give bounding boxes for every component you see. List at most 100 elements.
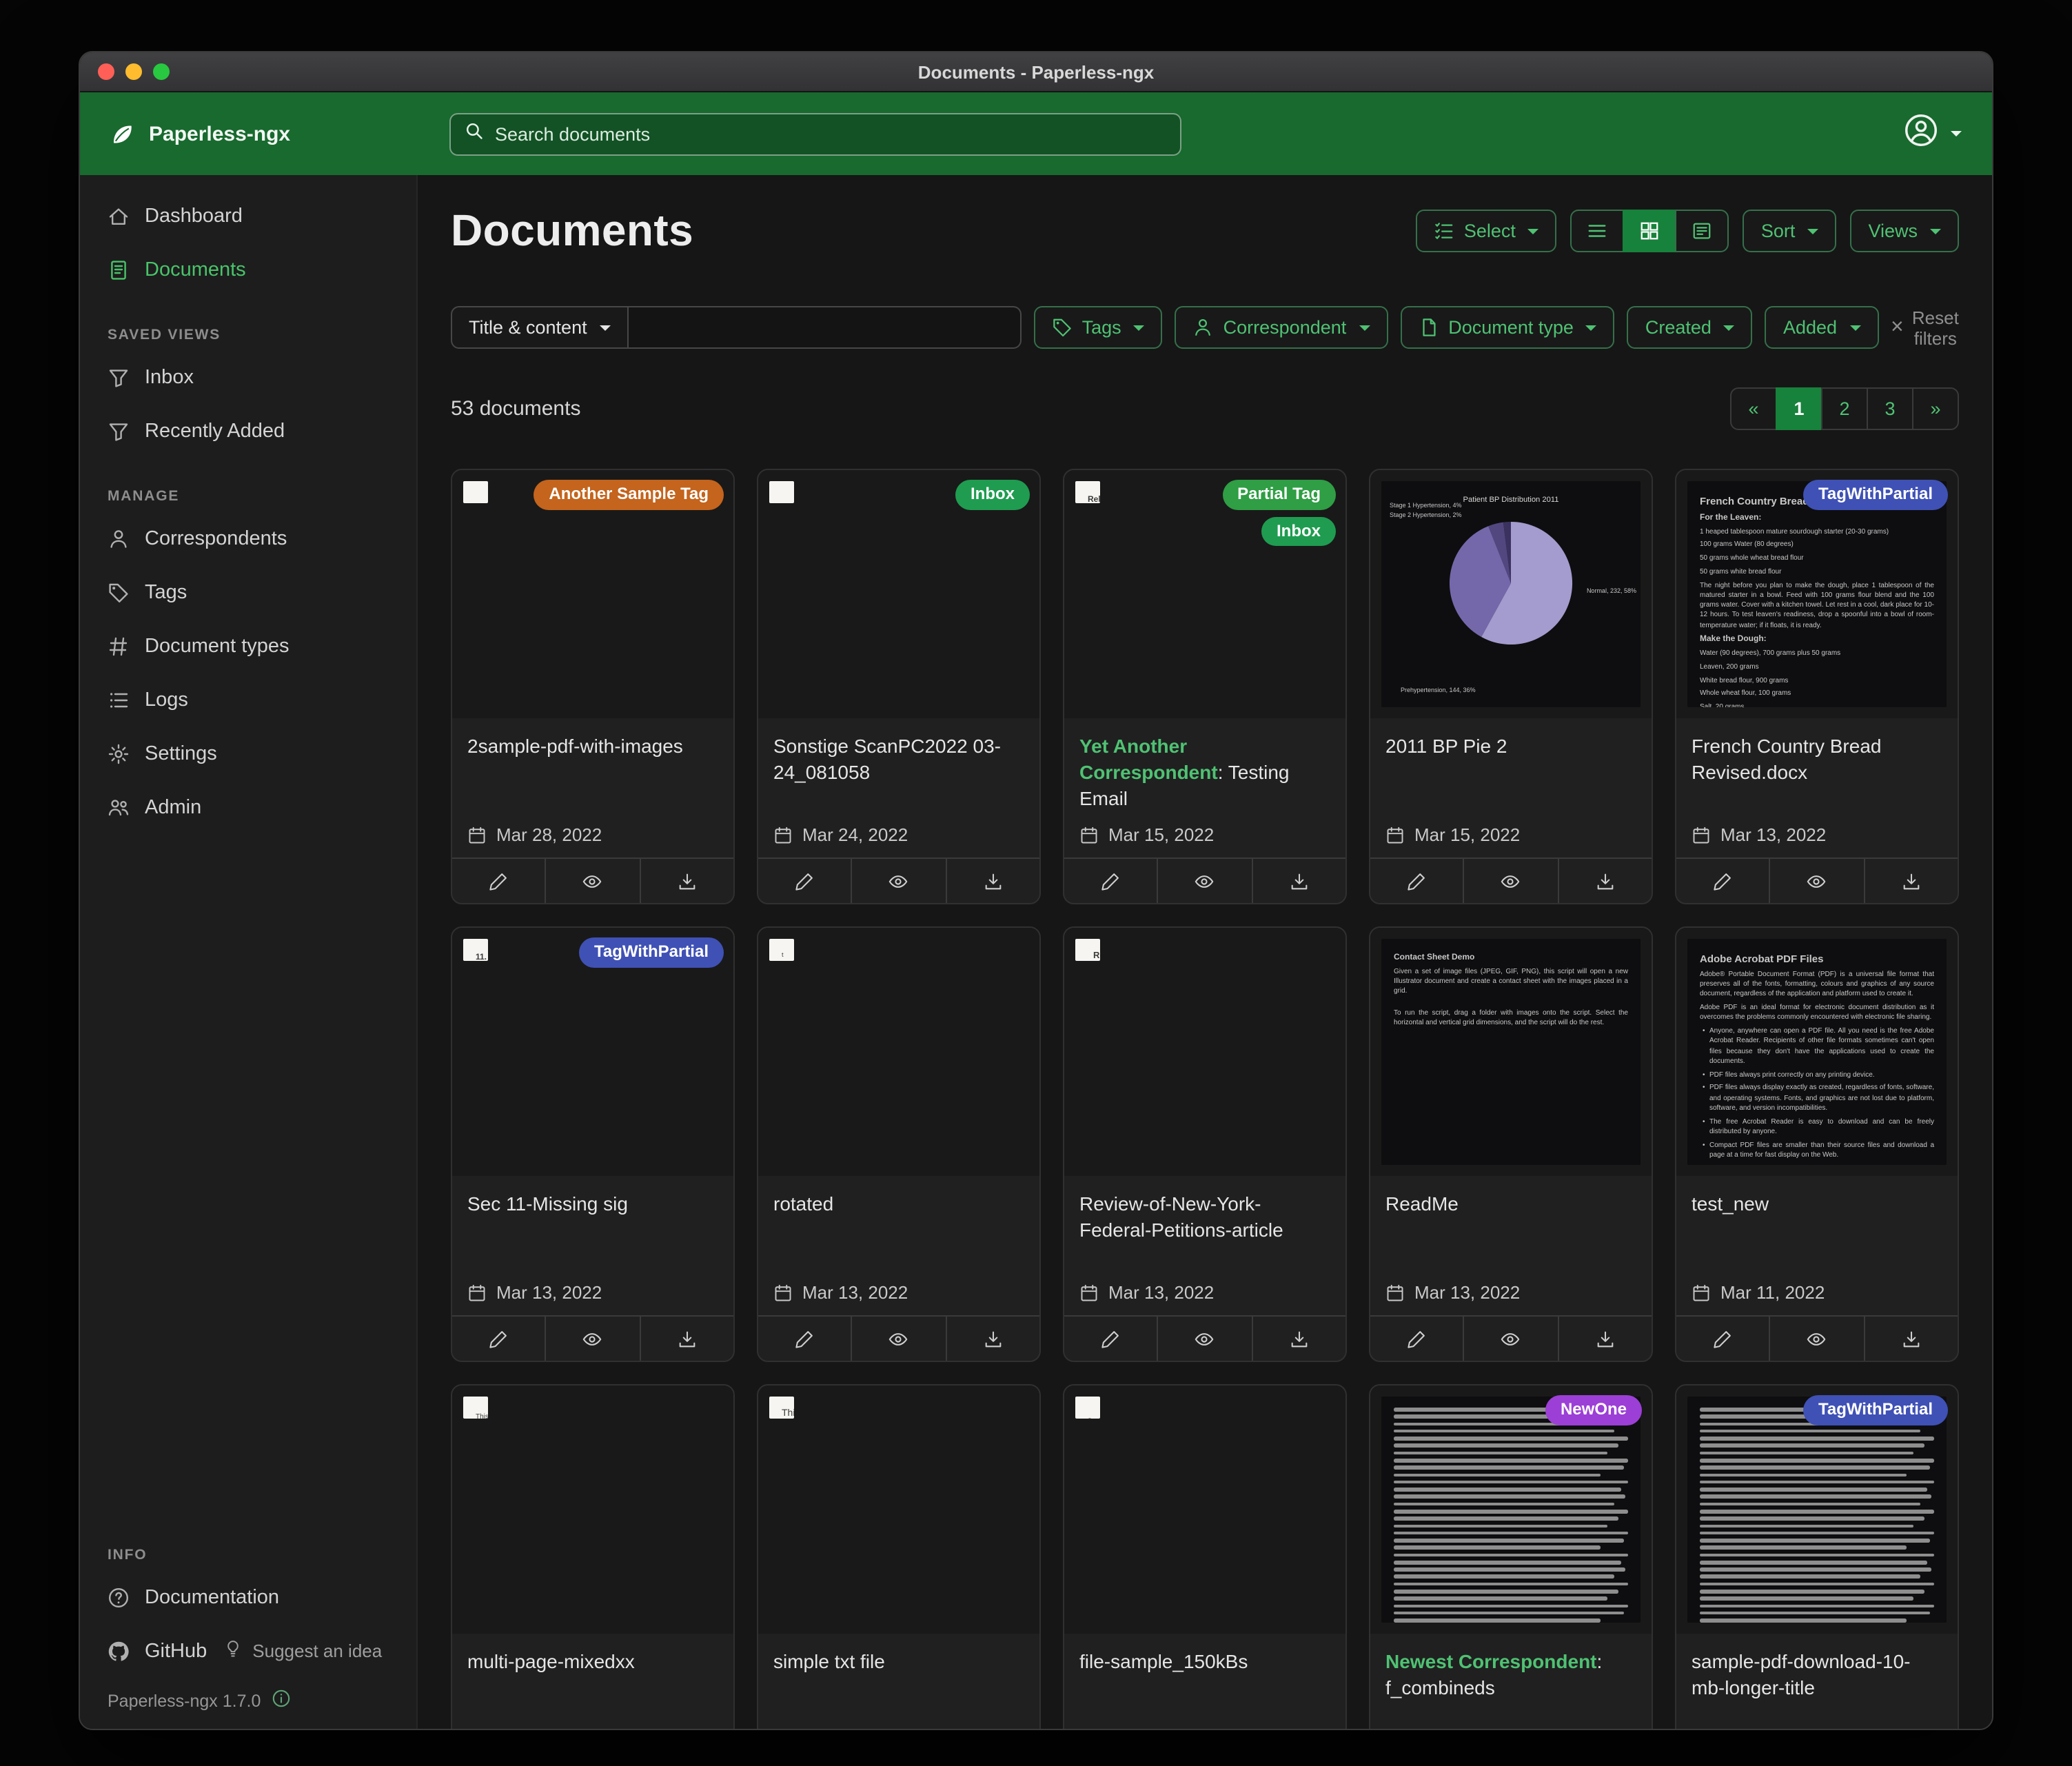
card-title[interactable]: file-sample_150kBs <box>1064 1634 1345 1729</box>
download-button[interactable] <box>1557 859 1652 903</box>
sidebar-item-tags[interactable]: Tags <box>80 565 416 619</box>
zoom-window-button[interactable] <box>153 63 170 80</box>
user-menu[interactable] <box>1904 113 1992 154</box>
edit-button[interactable] <box>452 1317 545 1361</box>
tag-pill[interactable]: Inbox <box>955 480 1030 509</box>
card-title[interactable]: Review-of-New-York-Federal-Petitions-art… <box>1064 1176 1345 1282</box>
tags-filter-button[interactable]: Tags <box>1034 306 1163 349</box>
document-card[interactable]: French Country BreadFor the Leaven:1 hea… <box>1675 469 1959 904</box>
info-circle-icon[interactable] <box>272 1689 291 1712</box>
view-button[interactable] <box>1157 859 1252 903</box>
download-button[interactable] <box>945 859 1039 903</box>
document-card[interactable]: TagWithPartial sample-pdf-download-10-mb… <box>1675 1384 1959 1729</box>
card-thumbnail[interactable]: French Country BreadFor the Leaven:1 hea… <box>1676 470 1958 718</box>
download-button[interactable] <box>639 1317 733 1361</box>
card-title[interactable]: 2011 BP Pie 2 <box>1370 718 1652 824</box>
download-button[interactable] <box>639 859 733 903</box>
pagination-page-1[interactable]: 1 <box>1776 387 1822 430</box>
tag-pill[interactable]: TagWithPartial <box>1803 1395 1948 1425</box>
card-title[interactable]: 2sample-pdf-with-images <box>452 718 733 824</box>
card-thumbnail[interactable]: This is a multi page document. Page 1. <box>452 1386 733 1634</box>
card-title[interactable]: Newest Correspondent: f_combineds <box>1370 1634 1652 1729</box>
card-thumbnail[interactable]: Release NotesSimba ODBC Driver for SQL S… <box>1064 470 1345 718</box>
card-thumbnail[interactable]: the text that appears on the first page.… <box>758 928 1039 1176</box>
card-title[interactable]: sample-pdf-download-10-mb-longer-title <box>1676 1634 1958 1729</box>
sidebar-item-github[interactable]: GitHub <box>80 1624 218 1678</box>
view-button[interactable] <box>1769 859 1864 903</box>
added-filter-button[interactable]: Added <box>1765 306 1878 349</box>
document-card[interactable]: This is a test for the double space char… <box>757 469 1041 904</box>
tag-pill[interactable]: Inbox <box>1261 516 1336 546</box>
card-title[interactable]: Yet Another Correspondent: Testing Email <box>1064 718 1345 824</box>
sidebar-item-logs[interactable]: Logs <box>80 673 416 727</box>
card-thumbnail[interactable]: Another Sample Tag <box>452 470 733 718</box>
card-thumbnail[interactable]: TagWithPartial <box>1676 1386 1958 1634</box>
view-button[interactable] <box>1463 1317 1558 1361</box>
document-card[interactable]: Release NotesSimba ODBC Driver for SQL S… <box>1063 469 1347 904</box>
sort-button[interactable]: Sort <box>1743 210 1837 252</box>
tag-pill[interactable]: TagWithPartial <box>1803 480 1948 509</box>
view-button[interactable] <box>545 1317 640 1361</box>
pagination-page-2[interactable]: 2 <box>1821 387 1868 430</box>
card-title[interactable]: French Country Bread Revised.docx <box>1676 718 1958 824</box>
document-card[interactable]: Another Sample Tag 2sample-pdf-with-imag… <box>451 469 735 904</box>
edit-button[interactable] <box>1064 859 1157 903</box>
correspondent-filter-button[interactable]: Correspondent <box>1175 306 1388 349</box>
card-thumbnail[interactable]: NewOne <box>1370 1386 1652 1634</box>
card-thumbnail[interactable]: 11. CONTINUING MEDICAL EDUCATIONHave you… <box>452 928 733 1176</box>
document-card[interactable]: This is a test file. simple txt file <box>757 1384 1041 1729</box>
pagination-prev-button[interactable]: « <box>1730 387 1777 430</box>
sidebar-item-recently-added[interactable]: Recently Added <box>80 404 416 458</box>
edit-button[interactable] <box>758 1317 851 1361</box>
card-title[interactable]: multi-page-mixedxx <box>452 1634 733 1729</box>
document-card[interactable]: Patient BP Distribution 2011Normal, 232,… <box>1369 469 1653 904</box>
suggest-idea-link[interactable]: Suggest an idea <box>223 1639 382 1663</box>
card-title[interactable]: ReadMe <box>1370 1176 1652 1282</box>
edit-button[interactable] <box>452 859 545 903</box>
card-thumbnail[interactable]: This is a test for the double space char… <box>758 470 1039 718</box>
reset-filters-button[interactable]: × Reset filters <box>1891 307 1959 348</box>
document-card[interactable]: Review of New York Federal Petitions for… <box>1063 926 1347 1362</box>
edit-button[interactable] <box>1064 1317 1157 1361</box>
search-input[interactable] <box>495 123 1166 144</box>
filter-field-selector[interactable]: Title & content <box>451 306 629 349</box>
view-button[interactable] <box>851 859 946 903</box>
card-title[interactable]: Sonstige ScanPC2022 03-24_081058 <box>758 718 1039 824</box>
edit-button[interactable] <box>1370 1317 1463 1361</box>
document-card[interactable]: Lorem ipsumLorem ipsum dolor sit amet, c… <box>1063 1384 1347 1729</box>
document-card[interactable]: Contact Sheet DemoGiven a set of image f… <box>1369 926 1653 1362</box>
view-button[interactable] <box>1769 1317 1864 1361</box>
sidebar-item-dashboard[interactable]: Dashboard <box>80 189 416 243</box>
grid-view-button[interactable] <box>1623 210 1677 252</box>
tag-pill[interactable]: Partial Tag <box>1222 480 1336 509</box>
minimize-window-button[interactable] <box>125 63 142 80</box>
sidebar-item-inbox[interactable]: Inbox <box>80 350 416 404</box>
detail-view-button[interactable] <box>1676 210 1729 252</box>
sidebar-item-admin[interactable]: Admin <box>80 780 416 834</box>
download-button[interactable] <box>1251 859 1345 903</box>
document-card[interactable]: Adobe Acrobat PDF FilesAdobe® Portable D… <box>1675 926 1959 1362</box>
document-card[interactable]: NewOne Newest Correspondent: f_combineds <box>1369 1384 1653 1729</box>
document-card[interactable]: the text that appears on the first page.… <box>757 926 1041 1362</box>
sidebar-item-documents[interactable]: Documents <box>80 243 416 296</box>
brand[interactable]: Paperless-ngx <box>80 119 418 148</box>
list-view-button[interactable] <box>1571 210 1625 252</box>
sidebar-item-correspondents[interactable]: Correspondents <box>80 511 416 565</box>
card-thumbnail[interactable]: Lorem ipsumLorem ipsum dolor sit amet, c… <box>1064 1386 1345 1634</box>
card-thumbnail[interactable]: Adobe Acrobat PDF FilesAdobe® Portable D… <box>1676 928 1958 1176</box>
card-thumbnail[interactable]: This is a test file. <box>758 1386 1039 1634</box>
tag-pill[interactable]: TagWithPartial <box>579 937 724 967</box>
edit-button[interactable] <box>758 859 851 903</box>
view-button[interactable] <box>1157 1317 1252 1361</box>
download-button[interactable] <box>1863 1317 1958 1361</box>
card-thumbnail[interactable]: Contact Sheet DemoGiven a set of image f… <box>1370 928 1652 1176</box>
download-button[interactable] <box>945 1317 1039 1361</box>
edit-button[interactable] <box>1676 1317 1769 1361</box>
sidebar-item-settings[interactable]: Settings <box>80 727 416 780</box>
download-button[interactable] <box>1251 1317 1345 1361</box>
select-button[interactable]: Select <box>1416 210 1557 252</box>
close-window-button[interactable] <box>98 63 114 80</box>
view-button[interactable] <box>545 859 640 903</box>
card-thumbnail[interactable]: Review of New York Federal Petitions for… <box>1064 928 1345 1176</box>
card-title[interactable]: rotated <box>758 1176 1039 1282</box>
